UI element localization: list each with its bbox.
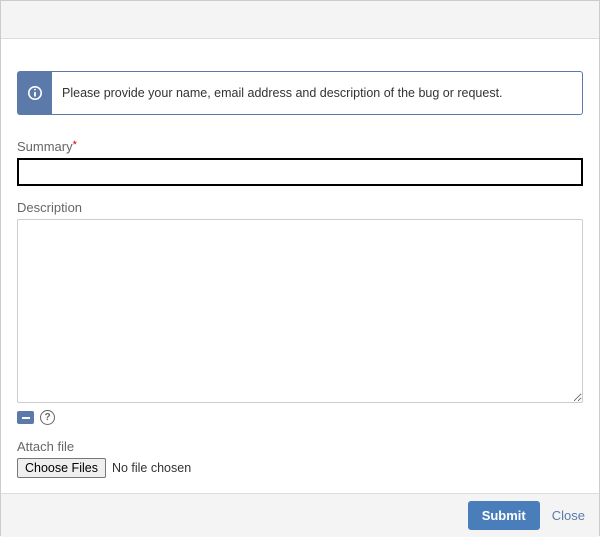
dialog-footer: Submit Close: [1, 493, 599, 537]
info-icon: [18, 72, 52, 114]
info-banner-text: Please provide your name, email address …: [52, 72, 513, 114]
dialog-header-strip: [1, 1, 599, 39]
description-label: Description: [17, 200, 583, 215]
file-chosen-status: No file chosen: [112, 461, 191, 475]
required-indicator: *: [73, 139, 77, 151]
summary-label: Summary*: [17, 139, 583, 154]
dialog-content-scroll[interactable]: Please provide your name, email address …: [1, 39, 599, 493]
editor-mode-icon[interactable]: [17, 411, 34, 424]
description-textarea[interactable]: [17, 219, 583, 403]
close-link[interactable]: Close: [552, 508, 585, 523]
choose-files-button[interactable]: Choose Files: [17, 458, 106, 478]
attach-label: Attach file: [17, 439, 583, 454]
info-banner: Please provide your name, email address …: [17, 71, 583, 115]
help-icon[interactable]: ?: [40, 410, 55, 425]
name-label: Name: [17, 492, 583, 493]
description-toolbar: ?: [17, 410, 583, 425]
submit-button[interactable]: Submit: [468, 501, 540, 530]
summary-input[interactable]: [17, 158, 583, 186]
